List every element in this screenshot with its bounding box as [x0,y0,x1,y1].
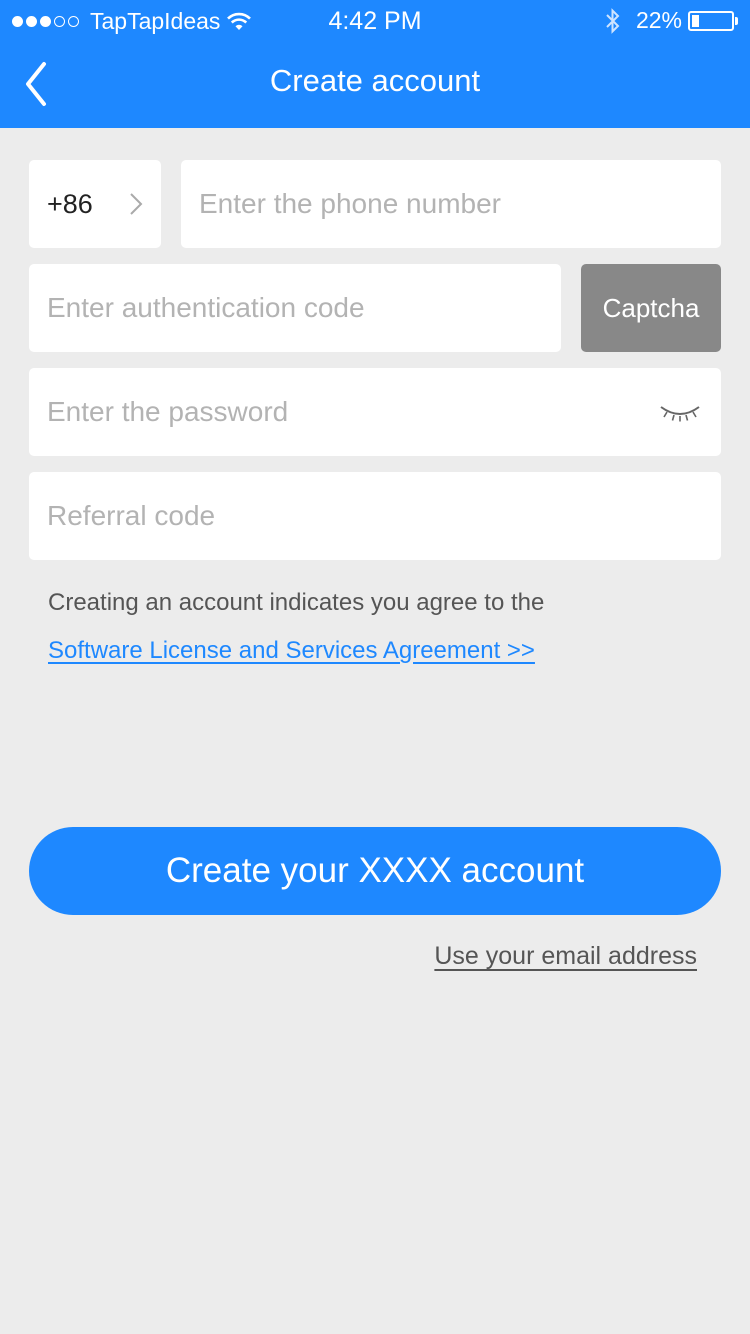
password-field[interactable] [29,368,721,456]
chevron-right-icon [130,193,143,215]
battery-icon [688,10,734,31]
create-account-button[interactable]: Create your XXXX account [29,827,721,915]
battery-cap [735,16,738,25]
phone-number-field[interactable] [181,160,721,248]
bluetooth-icon [606,7,620,34]
phone-number-input[interactable] [199,160,721,248]
referral-code-input[interactable] [47,472,721,560]
agreement-text: Creating an account indicates you agree … [48,589,545,616]
agreement-link[interactable]: Software License and Services Agreement … [48,637,535,665]
status-bar: TapTapIdeas 4:42 PM 22% [0,0,750,40]
battery-level [692,14,699,27]
use-email-link[interactable]: Use your email address [434,942,697,971]
app-header: TapTapIdeas 4:42 PM 22% Create account [0,0,750,128]
auth-code-field[interactable] [29,264,561,352]
referral-code-field[interactable] [29,472,721,560]
status-right: 22% [604,7,738,34]
eye-closed-icon[interactable] [659,401,701,423]
auth-code-input[interactable] [47,264,561,352]
page-title: Create account [269,63,481,98]
country-code-selector[interactable]: +86 [29,160,161,248]
battery-percent: 22% [635,7,682,33]
password-input[interactable] [47,368,721,456]
country-code: +86 [47,188,93,219]
captcha-button[interactable]: Captcha [581,264,721,352]
